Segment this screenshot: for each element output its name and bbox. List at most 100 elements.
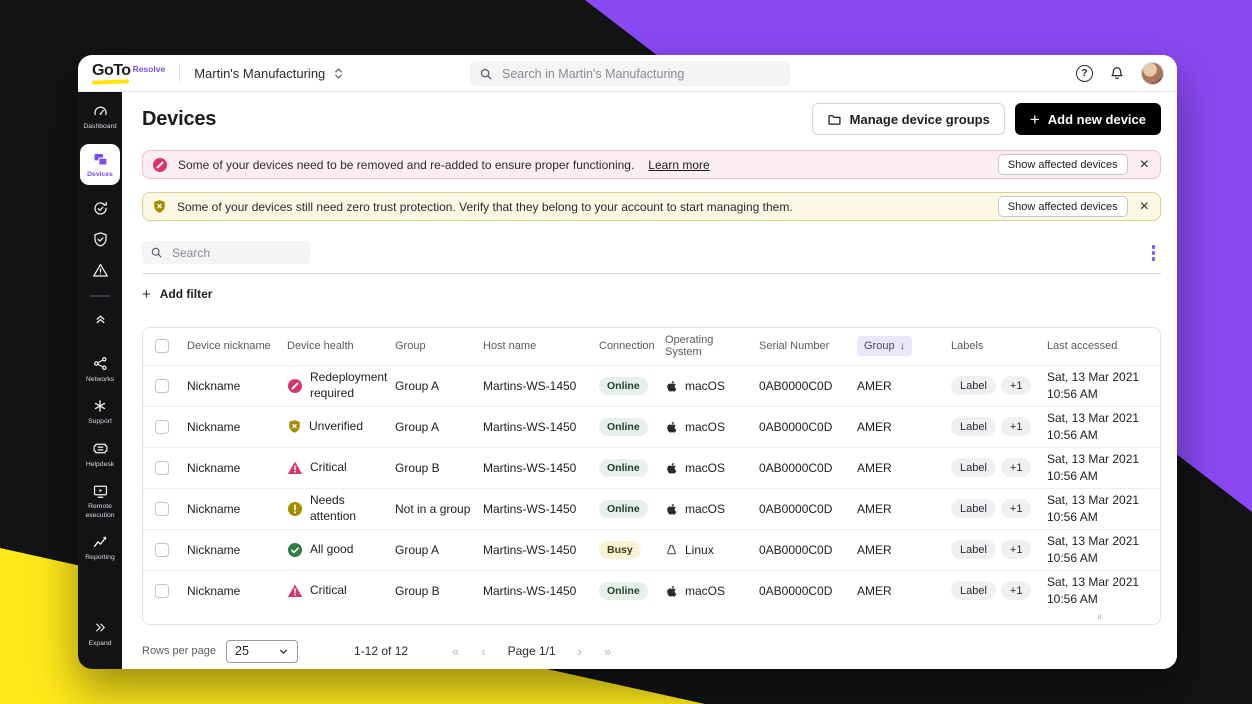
column-header[interactable]: Connection bbox=[599, 340, 665, 352]
device-group: Group A bbox=[395, 543, 483, 557]
device-group: Not in a group bbox=[395, 502, 483, 516]
column-header[interactable]: Labels bbox=[951, 340, 1047, 352]
label-pill[interactable]: Label bbox=[951, 417, 996, 436]
support-icon bbox=[92, 397, 108, 415]
banner-text: Some of your devices still need zero tru… bbox=[177, 200, 793, 214]
device-group: Group A bbox=[395, 379, 483, 393]
sidebar-item-support[interactable]: Support bbox=[80, 397, 120, 426]
sidebar-item-label: Expand bbox=[88, 640, 111, 648]
add-new-device-button[interactable]: + Add new device bbox=[1015, 103, 1161, 135]
sidebar-item-collapse[interactable] bbox=[80, 310, 120, 328]
column-header[interactable]: Last accessed bbox=[1047, 340, 1160, 352]
sidebar-item-remote-execution[interactable]: Remote execution bbox=[80, 482, 120, 520]
device-nickname: Nickname bbox=[187, 543, 287, 557]
manage-device-groups-button[interactable]: Manage device groups bbox=[812, 103, 1005, 135]
column-header[interactable]: Serial Number bbox=[759, 340, 857, 352]
label-pill[interactable]: +1 bbox=[1001, 417, 1032, 436]
select-all-checkbox[interactable] bbox=[155, 339, 169, 353]
column-header[interactable]: Device nickname bbox=[187, 340, 287, 352]
device-row[interactable]: NicknameUnverifiedGroup AMartins-WS-1450… bbox=[143, 406, 1160, 447]
label-pill[interactable]: Label bbox=[951, 540, 996, 559]
add-filter-button[interactable]: + Add filter bbox=[142, 286, 212, 303]
serial-number: 0AB0000C0D bbox=[759, 543, 857, 557]
sidebar-item-alerts[interactable] bbox=[80, 262, 120, 280]
logo-underline bbox=[92, 79, 129, 84]
check-circle-icon bbox=[287, 542, 303, 558]
host-name: Martins-WS-1450 bbox=[483, 379, 599, 393]
serial-number: 0AB0000C0D bbox=[759, 461, 857, 475]
device-group: Group B bbox=[395, 461, 483, 475]
row-checkbox[interactable] bbox=[155, 543, 169, 557]
label-pill[interactable]: +1 bbox=[1001, 458, 1032, 477]
label-pill[interactable]: Label bbox=[951, 581, 996, 600]
row-checkbox[interactable] bbox=[155, 584, 169, 598]
notifications-bell-icon[interactable] bbox=[1108, 64, 1126, 82]
device-row[interactable]: NicknameCriticalGroup BMartins-WS-1450On… bbox=[143, 570, 1160, 611]
row-checkbox[interactable] bbox=[155, 420, 169, 434]
label-pill[interactable]: +1 bbox=[1001, 376, 1032, 395]
apple-icon bbox=[665, 502, 678, 516]
global-search[interactable] bbox=[470, 61, 790, 86]
column-header[interactable]: Host name bbox=[483, 340, 599, 352]
last-page-button[interactable]: » bbox=[604, 644, 611, 659]
device-row[interactable]: NicknameCriticalGroup BMartins-WS-1450On… bbox=[143, 447, 1160, 488]
apple-icon bbox=[665, 379, 678, 393]
sidebar-item-networks[interactable]: Networks bbox=[80, 355, 120, 384]
close-icon[interactable]: × bbox=[1138, 157, 1151, 173]
row-checkbox[interactable] bbox=[155, 502, 169, 516]
sidebar-item-dashboard[interactable]: Dashboard bbox=[80, 102, 120, 131]
last-accessed: Sat, 13 Mar 202110:56 AM bbox=[1047, 369, 1160, 401]
device-labels: Label +1 bbox=[951, 499, 1047, 518]
next-page-button[interactable]: › bbox=[578, 644, 582, 659]
sidebar-item-label: Devices bbox=[87, 171, 113, 179]
show-affected-devices-button[interactable]: Show affected devices bbox=[998, 154, 1128, 175]
prev-page-button[interactable]: ‹ bbox=[481, 644, 485, 659]
blocked-icon bbox=[287, 378, 303, 394]
warning-circle-icon bbox=[287, 501, 303, 517]
label-pill[interactable]: Label bbox=[951, 499, 996, 518]
table-search-input[interactable] bbox=[170, 245, 302, 261]
column-header[interactable]: Device health bbox=[287, 340, 395, 352]
device-health: Needs attention bbox=[287, 493, 395, 524]
device-health: All good bbox=[287, 542, 395, 558]
global-search-input[interactable] bbox=[500, 66, 781, 82]
device-labels: Label +1 bbox=[951, 540, 1047, 559]
help-icon[interactable]: ? bbox=[1076, 65, 1093, 82]
close-icon[interactable]: × bbox=[1138, 199, 1151, 215]
label-pill[interactable]: +1 bbox=[1001, 581, 1032, 600]
sidebar-item-helpdesk[interactable]: Helpdesk bbox=[80, 440, 120, 469]
gauge-icon bbox=[92, 102, 109, 120]
row-checkbox[interactable] bbox=[155, 379, 169, 393]
rows-per-page-select[interactable]: 25 bbox=[226, 640, 298, 663]
sidebar-item-reporting[interactable]: Reporting bbox=[80, 533, 120, 562]
sidebar-item-sessions[interactable] bbox=[80, 200, 120, 218]
sidebar-item-expand[interactable]: Expand bbox=[80, 619, 120, 648]
column-header-sorted[interactable]: Group ↓ bbox=[857, 336, 951, 356]
first-page-button[interactable]: « bbox=[452, 644, 459, 659]
label-pill[interactable]: +1 bbox=[1001, 540, 1032, 559]
connection-status: Online bbox=[599, 582, 665, 600]
organization-selector[interactable]: Martin's Manufacturing bbox=[194, 66, 344, 81]
column-header[interactable]: Operating System bbox=[665, 334, 759, 358]
scrollbar-hint-icon[interactable]: ≈ bbox=[1095, 614, 1105, 619]
device-row[interactable]: NicknameRedeployment requiredGroup AMart… bbox=[143, 365, 1160, 406]
sidebar-item-protection[interactable] bbox=[80, 231, 120, 249]
goto-logo[interactable]: GoTo Resolve bbox=[92, 63, 165, 83]
label-pill[interactable]: Label bbox=[951, 376, 996, 395]
learn-more-link[interactable]: Learn more bbox=[648, 158, 709, 172]
label-pill[interactable]: Label bbox=[951, 458, 996, 477]
label-pill[interactable]: +1 bbox=[1001, 499, 1032, 518]
table-search[interactable] bbox=[142, 241, 310, 264]
show-affected-devices-button[interactable]: Show affected devices bbox=[998, 196, 1128, 217]
device-row[interactable]: NicknameNeeds attentionNot in a groupMar… bbox=[143, 488, 1160, 529]
row-checkbox[interactable] bbox=[155, 461, 169, 475]
user-avatar[interactable] bbox=[1141, 62, 1164, 85]
kebab-menu-icon[interactable] bbox=[1146, 241, 1162, 265]
shield-x-icon bbox=[287, 419, 302, 434]
host-name: Martins-WS-1450 bbox=[483, 502, 599, 516]
device-row[interactable]: NicknameAll goodGroup AMartins-WS-1450Bu… bbox=[143, 529, 1160, 570]
device-region-group: AMER bbox=[857, 502, 951, 516]
column-header[interactable]: Group bbox=[395, 340, 483, 352]
operating-system: macOS bbox=[665, 584, 759, 598]
sidebar-item-devices[interactable]: Devices bbox=[80, 144, 120, 184]
